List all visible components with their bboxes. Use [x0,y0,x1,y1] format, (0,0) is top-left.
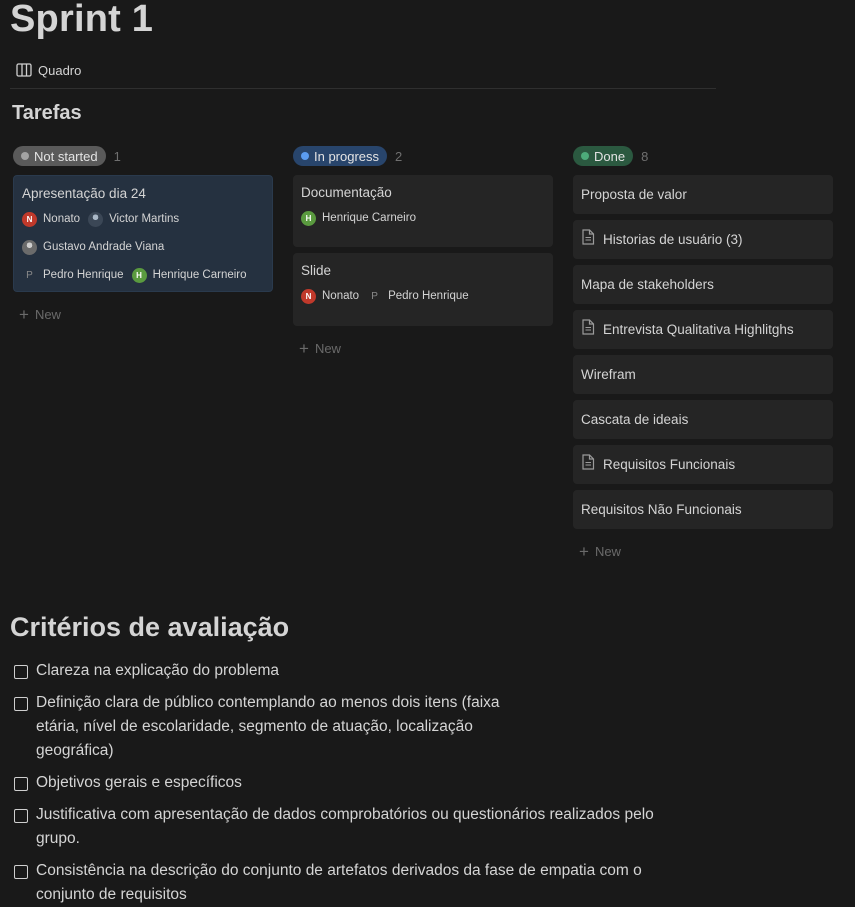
assignee-name: Nonato [43,213,81,225]
todo-text: Clareza na explicação do problema [36,662,279,679]
assignee-name: Victor Martins [109,213,180,225]
status-label: Not started [34,148,98,164]
assignee[interactable]: P Pedro Henrique [367,288,469,304]
document-icon [581,319,595,340]
board-card[interactable]: Mapa de stakeholders [573,265,833,304]
status-badge-done: Done [573,146,634,166]
new-card-button[interactable]: + New [573,541,833,561]
board-card[interactable]: Documentação H Henrique Carneiro [293,175,553,247]
card-title: Wirefram [581,367,636,382]
status-dot-icon [581,152,589,160]
column-count: 2 [395,148,403,164]
avatar: N [301,288,316,304]
assignee-name: Henrique Carneiro [322,212,416,224]
status-dot-icon [301,152,309,160]
board-column-done: Done 8 Proposta de valor Historias de us… [573,145,833,561]
page-title: Sprint 1 [10,0,154,40]
board-column-not-started: Not started 1 Apresentação dia 24 N Nonat… [13,145,273,324]
document-icon [581,229,595,250]
checkbox[interactable] [14,777,28,791]
assignee-name: Gustavo Andrade Viana [43,241,165,253]
todo-item: Clareza na explicação do problema [14,662,534,683]
assignee-name: Nonato [322,290,360,302]
board-card[interactable]: Entrevista Qualitativa Highlitghs [573,310,833,349]
new-card-button[interactable]: + New [13,304,273,324]
card-title: Mapa de stakeholders [581,277,714,292]
plus-icon: + [19,304,29,324]
avatar: N [22,211,37,227]
database-title[interactable]: Tarefas [12,102,82,125]
assignee[interactable]: P Pedro Henrique [22,267,124,283]
assignee-name: Henrique Carneiro [152,269,247,281]
avatar: H [301,210,316,226]
checkbox[interactable] [14,865,28,879]
board-icon [16,63,32,77]
view-tab-quadro[interactable]: Quadro [16,60,81,80]
card-assignees: H Henrique Carneiro [301,210,545,226]
todo-item: Justificativa com apresentação de dados … [14,806,694,851]
card-title: Documentação [301,185,392,200]
todo-item: Definição clara de público contemplando … [14,694,534,763]
card-title: Apresentação dia 24 [22,186,146,201]
todo-text: Objetivos gerais e específicos [36,774,242,791]
status-badge-in-progress: In progress [293,146,388,166]
board-card[interactable]: Proposta de valor [573,175,833,214]
card-title: Historias de usuário (3) [603,232,743,247]
plus-icon: + [579,541,589,561]
avatar: H [131,267,147,283]
board-card[interactable]: Apresentação dia 24 N Nonato Victor Marti… [13,175,273,292]
board-card[interactable]: Slide N Nonato P Pedro Henrique [293,253,553,326]
board-card[interactable]: Wirefram [573,355,833,394]
avatar: P [371,290,378,302]
card-title: Requisitos Funcionais [603,457,736,472]
status-label: In progress [314,148,380,164]
board-card[interactable]: Historias de usuário (3) [573,220,833,259]
assignee[interactable]: H Henrique Carneiro [131,267,247,283]
assignee[interactable]: Victor Martins [88,211,179,227]
todo-text: Justificativa com apresentação de dados … [36,806,654,847]
column-count: 1 [113,148,121,164]
board-column-in-progress: In progress 2 Documentação H Henrique Car… [293,145,553,358]
assignee[interactable]: Gustavo Andrade Viana [22,239,164,255]
todo-text: Definição clara de público contemplando … [36,694,500,759]
checkbox[interactable] [14,809,28,823]
new-card-label: New [314,340,341,356]
avatar [88,211,104,227]
card-assignees: N Nonato Victor Martins Gustavo Andrade V… [22,211,264,283]
board-card[interactable]: Requisitos Não Funcionais [573,490,833,529]
checkbox[interactable] [14,697,28,711]
card-assignees: N Nonato P Pedro Henrique [301,288,545,304]
checkbox[interactable] [14,665,28,679]
card-title: Entrevista Qualitativa Highlitghs [603,322,794,337]
new-card-label: New [34,306,61,322]
document-icon [581,454,595,475]
card-title: Requisitos Não Funcionais [581,502,742,517]
todo-text: Consistência na descrição do conjunto de… [36,862,642,903]
assignee-name: Pedro Henrique [43,269,124,281]
card-title: Cascata de ideais [581,412,689,427]
card-title: Proposta de valor [581,187,687,202]
todo-item: Consistência na descrição do conjunto de… [14,862,694,907]
assignee[interactable]: N Nonato [301,288,359,304]
column-count: 8 [641,148,649,164]
section-heading: Critérios de avaliação [10,612,290,642]
assignee-name: Pedro Henrique [388,290,469,302]
todo-item: Objetivos gerais e específicos [14,774,694,795]
plus-icon: + [299,338,309,358]
board-card[interactable]: Cascata de ideais [573,400,833,439]
status-label: Done [594,148,626,164]
board-card[interactable]: Requisitos Funcionais [573,445,833,484]
avatar: P [26,269,33,281]
status-badge-not-started: Not started [13,146,106,166]
avatar [22,239,37,255]
assignee[interactable]: N Nonato [22,211,80,227]
assignee[interactable]: H Henrique Carneiro [301,210,416,226]
new-card-label: New [594,543,621,559]
divider [10,88,716,89]
card-title: Slide [301,263,332,278]
new-card-button[interactable]: + New [293,338,553,358]
view-tab-label: Quadro [38,62,82,78]
status-dot-icon [21,152,29,160]
